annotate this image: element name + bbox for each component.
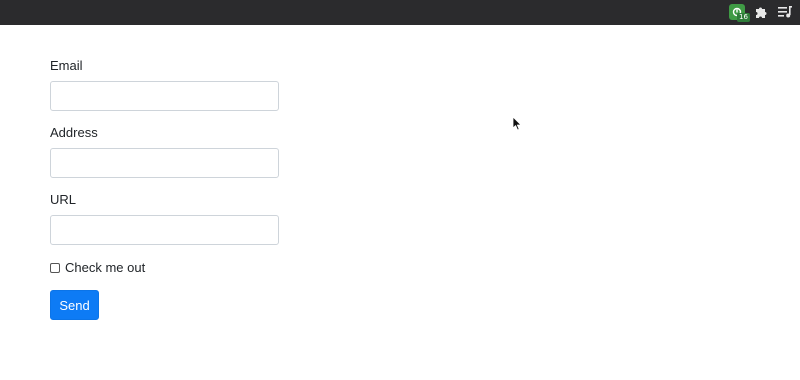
contact-form: Email Address URL Check me out Send xyxy=(50,58,279,320)
address-field[interactable] xyxy=(50,148,279,178)
url-group: URL xyxy=(50,192,279,259)
check-me-out-row: Check me out xyxy=(50,259,279,277)
url-label: URL xyxy=(50,192,77,207)
mouse-cursor-icon xyxy=(512,116,522,131)
address-group: Address xyxy=(50,125,279,192)
extension-badge: 16 xyxy=(737,13,750,22)
check-me-out-checkbox[interactable] xyxy=(50,263,60,273)
browser-toolbar: 16 xyxy=(0,0,800,25)
media-queue-icon[interactable] xyxy=(777,4,793,20)
check-me-out-label[interactable]: Check me out xyxy=(65,260,145,276)
address-label: Address xyxy=(50,125,98,140)
send-button[interactable]: Send xyxy=(50,290,99,320)
email-field[interactable] xyxy=(50,81,279,111)
email-group: Email xyxy=(50,58,279,125)
puzzle-icon[interactable] xyxy=(753,4,769,20)
email-label: Email xyxy=(50,58,83,73)
url-field[interactable] xyxy=(50,215,279,245)
